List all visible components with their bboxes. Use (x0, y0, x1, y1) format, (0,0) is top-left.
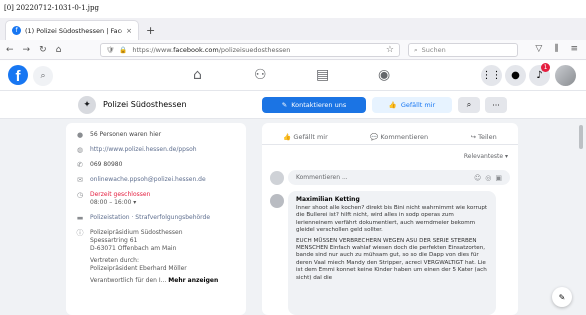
camera-icon[interactable]: ◎ (485, 174, 491, 182)
comment-text: EUCH MÜSSEN VERBRECHERN WEGEN ASU DER SE… (296, 237, 487, 281)
tag-icon: ▬ (76, 214, 84, 222)
library-icon[interactable]: ⫼ (554, 44, 558, 54)
facebook-header: f ⌕ ⌂ ⚇ ▤ ◉ ⋮⋮ ● ♪ 1 (0, 61, 586, 91)
hours-dropdown[interactable]: 08:00 – 16:00 ▾ (90, 199, 150, 207)
clock-icon: ◷ (76, 191, 84, 199)
browser-tab[interactable]: f (1) Polizei Südosthessen | Face × (6, 21, 138, 40)
post-actions: 👍 Gefällt mir 💬 Kommentieren ↪ Teilen (262, 129, 518, 145)
account-avatar[interactable] (555, 65, 576, 86)
tab-title: (1) Polizei Südosthessen | Face (25, 26, 123, 35)
image-label: [0] 20220712-1031-0-1.jpg (4, 4, 99, 12)
info-icon: ⓘ (76, 229, 84, 237)
comment-button[interactable]: 💬 Kommentieren (370, 133, 428, 141)
share-button[interactable]: ↪ Teilen (471, 133, 497, 141)
search-icon: ⌕ (414, 45, 418, 54)
facebook-logo[interactable]: f (8, 65, 28, 85)
category-row: ▬ Polizeistation · Strafverfolgungsbehör… (76, 214, 211, 222)
page-search-button[interactable]: ⌕ (458, 97, 480, 113)
back-icon[interactable]: ← (6, 45, 14, 55)
page-scrollbar[interactable] (578, 119, 584, 315)
email-row[interactable]: ✉ onlinewache.ppsoh@polizei.hessen.de (76, 176, 236, 184)
phone-icon: ✆ (77, 161, 83, 169)
website-row[interactable]: ◍ http://www.polizei.hessen.de/ppsoh (76, 146, 236, 154)
post-card: 👍 Gefällt mir 💬 Kommentieren ↪ Teilen Re… (262, 123, 518, 315)
phone-row[interactable]: ✆ 069 80980 (76, 161, 236, 169)
url-text: https://www.facebook.com/polizeisuedosth… (132, 46, 291, 54)
hours-row[interactable]: ◷ Derzeit geschlossen 08:00 – 16:00 ▾ (76, 191, 236, 207)
shield-icon: 🛡 (106, 46, 115, 54)
browser-nav-bar: ← → ↻ ⌂ 🛡 🔒 https://www.facebook.com/pol… (0, 40, 586, 60)
mail-icon: ✉ (77, 176, 83, 184)
browser-tab-bar: f (1) Polizei Südosthessen | Face × + (0, 18, 586, 40)
home-browser-icon[interactable]: ⌂ (56, 45, 62, 55)
reload-icon[interactable]: ↻ (39, 45, 47, 55)
pocket-icon[interactable]: ▽ (535, 44, 542, 54)
followers-row: ● 56 Personen waren hier (76, 131, 162, 139)
globe-icon: ◍ (76, 146, 84, 154)
contact-button[interactable]: ✎ Kontaktieren uns (262, 97, 366, 113)
groups-icon[interactable]: ◉ (378, 67, 390, 83)
comment-sort-dropdown[interactable]: Relevanteste ▾ (464, 153, 508, 160)
new-tab-button[interactable]: + (146, 24, 155, 37)
lock-icon: 🔒 (119, 46, 128, 54)
location-pin-icon: ● (76, 131, 84, 139)
home-icon[interactable]: ⌂ (193, 67, 202, 83)
page-logo-icon[interactable]: ✦ (78, 96, 96, 114)
browser-search-input[interactable]: ⌕ Suchen (408, 43, 518, 57)
url-bar[interactable]: 🛡 🔒 https://www.facebook.com/polizeisued… (100, 43, 400, 57)
menu-icon[interactable]: ≡ (570, 44, 578, 54)
thumbs-up-icon: 👍 (388, 101, 397, 109)
pencil-icon: ✎ (281, 101, 288, 109)
facebook-favicon-icon: f (12, 26, 21, 35)
address-row: ⓘ Polizeipräsidium Südosthessen Spessart… (76, 229, 219, 284)
comment-bubble: Maximilian Ketting Inner shoot alle koch… (288, 191, 496, 315)
comment-text: Inner shoot alle kochen? direkt bis Bini… (296, 205, 488, 234)
about-card: ● 56 Personen waren hier ◍ http://www.po… (66, 123, 246, 315)
page-header: ✦ Polizei Südosthessen ✎ Kontaktieren un… (0, 91, 586, 119)
emoji-icon[interactable]: ☺ (474, 174, 481, 182)
messenger-icon[interactable]: ● (505, 65, 526, 86)
status-closed: Derzeit geschlossen (90, 191, 151, 198)
gif-icon[interactable]: ▣ (495, 174, 502, 182)
user-avatar (270, 171, 284, 185)
watch-icon[interactable]: ▤ (316, 67, 329, 83)
notification-badge: 1 (541, 63, 550, 72)
new-message-icon[interactable]: ✎ (552, 287, 572, 307)
more-options-button[interactable]: ··· (485, 97, 507, 113)
page-content: ● 56 Personen waren hier ◍ http://www.po… (0, 119, 586, 315)
page-name[interactable]: Polizei Südosthessen (103, 100, 187, 109)
commenter-avatar[interactable] (270, 194, 284, 208)
scrollbar-thumb[interactable] (579, 125, 583, 149)
comment-author[interactable]: Maximilian Ketting (296, 196, 488, 203)
like-page-button[interactable]: 👍 Gefällt mir (372, 97, 452, 113)
comment-input[interactable]: Kommentieren ... ☺ ◎ ▣ (288, 170, 510, 185)
grid-menu-icon[interactable]: ⋮⋮ (481, 65, 502, 86)
search-placeholder: Suchen (421, 46, 446, 54)
friends-icon[interactable]: ⚇ (254, 67, 267, 83)
browser-toolbar-right: ▽ ⫼ ≡ (535, 44, 578, 54)
fb-search-icon[interactable]: ⌕ (33, 66, 53, 86)
bookmark-star-icon[interactable]: ☆ (386, 45, 394, 55)
like-post-button[interactable]: 👍 Gefällt mir (283, 133, 328, 141)
forward-icon[interactable]: → (23, 45, 31, 55)
show-more-link[interactable]: Mehr anzeigen (168, 277, 218, 284)
tab-close-icon[interactable]: × (126, 27, 132, 35)
